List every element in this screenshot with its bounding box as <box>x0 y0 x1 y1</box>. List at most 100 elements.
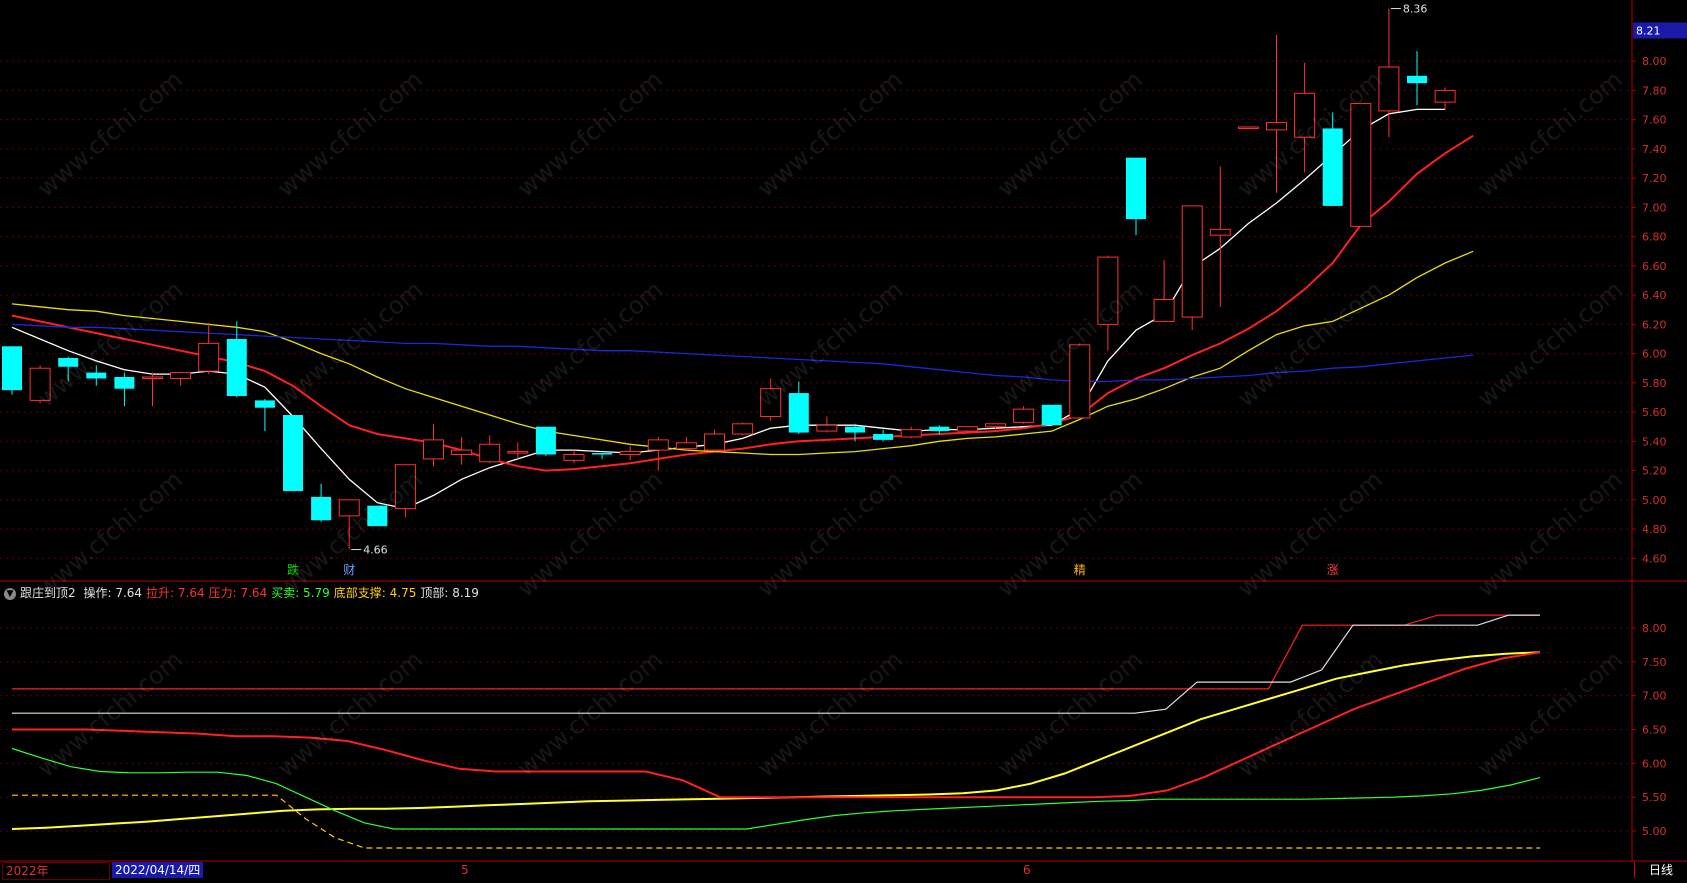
candle-body-down <box>254 400 275 408</box>
y-tick-label: 7.80 <box>1642 84 1667 97</box>
y-tick-label: 6.60 <box>1642 260 1667 273</box>
indicator-y-tick-label: 6.50 <box>1642 724 1667 737</box>
collapse-icon[interactable]: ▼ <box>4 587 16 600</box>
candle <box>338 499 360 550</box>
candle-body-up <box>338 499 360 517</box>
candle <box>1097 255 1119 351</box>
candle-body-up <box>1069 344 1091 419</box>
candle <box>1126 157 1146 236</box>
candle <box>170 372 192 386</box>
indicator-y-tick-label: 7.00 <box>1642 690 1667 703</box>
indicator-line-5 <box>12 614 1540 714</box>
candle-body-up <box>647 439 669 451</box>
candle-body-up <box>619 451 641 455</box>
candle-body-up <box>170 372 192 379</box>
y-tick-label: 4.80 <box>1642 523 1667 536</box>
candle-body-up <box>563 453 585 461</box>
y-tick-label: 7.60 <box>1642 114 1667 127</box>
grid-layer <box>0 60 1632 832</box>
ma-line-1 <box>11 134 1474 472</box>
high-marker-label: 8.36 <box>1403 3 1428 16</box>
frame-layer <box>0 0 1687 862</box>
indicator-y-tick-label: 5.50 <box>1642 791 1667 804</box>
candle-body-up <box>985 423 1006 428</box>
candle-body-up <box>142 376 163 379</box>
indicator-field: 拉升: 7.64 <box>146 586 205 600</box>
candle <box>1266 34 1287 193</box>
candle-body-up <box>1181 205 1203 318</box>
candle <box>423 423 444 467</box>
candle <box>198 322 220 375</box>
candle-body-up <box>675 442 697 450</box>
candle-body-up <box>1350 103 1372 227</box>
y-tick-label: 5.80 <box>1642 377 1667 390</box>
candle-body-up <box>1013 408 1035 423</box>
candle-body-up <box>1209 228 1231 236</box>
indicator-y-tick-label: 6.00 <box>1642 757 1667 770</box>
timeframe-label[interactable]: 日线 <box>1634 862 1687 878</box>
candle <box>58 356 79 382</box>
chart-canvas[interactable]: 8.00 7.80 7.60 7.40 7.20 7.00 6.80 6.60 6.40 6.20… <box>0 0 1687 879</box>
candle <box>394 464 416 518</box>
indicator-y-tick-label: 5.00 <box>1642 825 1667 838</box>
candle-body-down <box>311 496 332 521</box>
y-tick-label: 6.20 <box>1642 318 1667 331</box>
candle <box>1350 103 1372 227</box>
ma-line-0 <box>11 108 1446 510</box>
month-mark-june: 6 <box>1023 863 1031 877</box>
candle <box>1434 87 1456 110</box>
low-marker-label: 4.66 <box>363 544 388 557</box>
candle-body-up <box>1434 89 1456 103</box>
candle <box>1069 343 1091 419</box>
candle-body-down <box>86 372 107 379</box>
candle-body-down <box>1041 404 1062 426</box>
y-tick-label: 7.00 <box>1642 201 1667 214</box>
candle <box>675 436 697 451</box>
candle <box>2 346 22 395</box>
candle-body-up <box>1294 92 1316 138</box>
candle <box>1407 50 1427 106</box>
candle <box>1041 404 1062 426</box>
candle <box>226 321 247 398</box>
candle-body-up <box>1266 122 1287 131</box>
indicator-field: 操作: 7.64 <box>83 586 143 600</box>
indicator-lines <box>11 614 1541 849</box>
candle-body-down <box>592 453 613 455</box>
candle-body-up <box>394 464 416 510</box>
cursor-date-label: 2022/04/14/四 <box>112 862 204 878</box>
indicator-name[interactable]: 跟庄到顶2 <box>20 586 76 600</box>
candle-body-down <box>1322 128 1343 206</box>
signal-label: 涨 <box>1327 562 1339 577</box>
y-tick-label: 6.00 <box>1642 348 1667 361</box>
candle <box>788 381 809 435</box>
candle-body-up <box>732 423 754 435</box>
y-tick-label: 5.20 <box>1642 465 1667 478</box>
candle <box>900 426 922 439</box>
candles <box>2 8 1456 550</box>
candle <box>1237 126 1259 129</box>
candle <box>311 483 332 522</box>
signal-label: 跌 <box>287 562 299 577</box>
candle-body-down <box>58 357 79 367</box>
indicator-info-bar: ▼ 跟庄到顶2 操作: 7.64 拉升: 7.64 压力: 7.64 买卖: 5.79 底… <box>4 583 487 603</box>
candle-body-down <box>1407 75 1427 84</box>
year-label: 2022年 <box>2 862 110 880</box>
candle <box>1013 406 1035 424</box>
price-axis: 8.00 7.80 7.60 7.40 7.20 7.00 6.80 6.60 6.40 6.20… <box>1632 22 1687 838</box>
candle <box>1153 260 1175 322</box>
y-tick-label: 7.40 <box>1642 143 1667 156</box>
candle <box>704 429 725 452</box>
candle-body-down <box>114 376 135 389</box>
candle-body-up <box>507 451 529 454</box>
candle <box>760 378 782 421</box>
candle <box>619 445 641 461</box>
indicator-line-3 <box>11 747 1541 830</box>
candle-body-up <box>1378 66 1400 112</box>
candle-body-down <box>226 338 247 397</box>
candle-body-down <box>535 426 556 455</box>
indicator-line-4 <box>12 794 1540 849</box>
candle-body-up <box>704 433 725 451</box>
candle <box>479 435 501 464</box>
indicator-fields: 操作: 7.64 拉升: 7.64 压力: 7.64 买卖: 5.79 底部支撑: 4.… <box>83 586 482 600</box>
candle <box>114 372 135 407</box>
